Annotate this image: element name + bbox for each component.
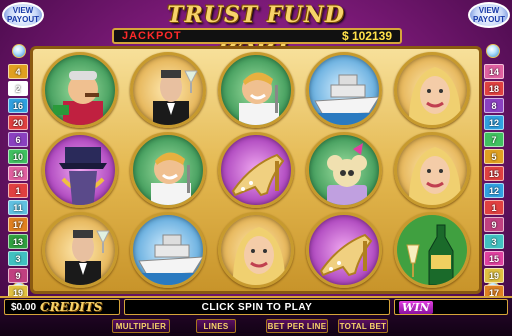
yacht-symbol-icon [306,52,382,128]
jackpot-value: $ 102139 [341,29,392,43]
payline-button[interactable]: 17 [8,217,28,232]
reel-grid [36,50,476,290]
game-title: TRUST FUND BABY [167,2,345,54]
reel-cell [124,50,212,130]
reel-cell [212,210,300,290]
butler-symbol-icon [130,52,206,128]
payline-button[interactable]: 10 [8,149,28,164]
multiplier-button[interactable]: MULTIPLIER [112,319,170,333]
payline-button[interactable]: 12 [484,115,504,130]
win-label: WIN [399,300,433,314]
diamond-gem-icon [12,44,26,58]
payline-button[interactable]: 3 [8,251,28,266]
view-payout-label-line2: PAYOUT [472,15,505,24]
stiletto-symbol-icon [306,212,382,288]
status-message: CLICK SPIN TO PLAY [124,299,390,315]
jackpot-bar: JACKPOT $ 102139 [112,28,402,44]
diamond-gem-icon [486,44,500,58]
win-display: WIN [394,299,508,315]
reel-cell [300,130,388,210]
payline-button[interactable]: 12 [484,183,504,198]
view-payout-button-right[interactable]: VIEW PAYOUT [468,2,510,28]
payline-button[interactable]: 14 [8,166,28,181]
view-payout-button-left[interactable]: VIEW PAYOUT [2,2,44,28]
jackpot-label: JACKPOT [122,30,182,42]
reel-cell [388,50,476,130]
reel-cell [388,210,476,290]
payline-button[interactable]: 19 [484,268,504,283]
payline-button[interactable]: 9 [8,268,28,283]
reel-cell [36,210,124,290]
reel-cell [36,50,124,130]
payline-button[interactable]: 16 [8,98,28,113]
playboy-symbol-icon [218,52,294,128]
reel-cell [388,130,476,210]
butler-symbol-icon [42,212,118,288]
payline-button[interactable]: 13 [8,234,28,249]
payline-button[interactable]: 1 [484,200,504,215]
payline-button[interactable]: 2 [8,81,28,96]
total-bet-button[interactable]: TOTAL BET [338,319,388,333]
credits-display: $0.00 CREDITS [4,299,120,315]
mogul-symbol-icon [42,52,118,128]
payline-button[interactable]: 14 [484,64,504,79]
reel-cell [212,130,300,210]
payline-button[interactable]: 1 [8,183,28,198]
lines-button[interactable]: LINES [196,319,236,333]
payline-buttons-right: 141881275151219315191715 [484,64,504,317]
payline-button[interactable]: 20 [8,115,28,130]
blonde-symbol-icon [394,132,470,208]
payline-button[interactable]: 18 [484,81,504,96]
payline-button[interactable]: 8 [484,98,504,113]
reel-cell [212,50,300,130]
blonde-symbol-icon [218,212,294,288]
champagne-symbol-icon [394,212,470,288]
payline-button[interactable]: 11 [8,200,28,215]
payline-button[interactable]: 6 [8,132,28,147]
payline-buttons-left: 42162061014111171339195 [8,64,28,317]
payline-button[interactable]: 15 [484,251,504,266]
credits-label: CREDITS [40,300,103,314]
payline-button[interactable]: 4 [8,64,28,79]
yacht-symbol-icon [130,212,206,288]
playboy-symbol-icon [130,132,206,208]
bet-per-line-button[interactable]: BET PER LINE [266,319,328,333]
view-payout-label-line1: VIEW [478,6,500,15]
stiletto-symbol-icon [218,132,294,208]
credits-amount: $0.00 [11,301,37,313]
reel-cell [124,130,212,210]
reel-cell [124,210,212,290]
reel-cell [300,50,388,130]
payline-button[interactable]: 5 [484,149,504,164]
blonde-symbol-icon [394,52,470,128]
view-payout-label-line1: VIEW [12,6,34,15]
reel-cell [36,130,124,210]
payline-button[interactable]: 15 [484,166,504,181]
poodle-symbol-icon [306,132,382,208]
payline-button[interactable]: 3 [484,234,504,249]
reel-cell [300,210,388,290]
tiara-jewels-symbol-icon [42,132,118,208]
view-payout-label-line2: PAYOUT [6,15,39,24]
payline-button[interactable]: 7 [484,132,504,147]
payline-button[interactable]: 9 [484,217,504,232]
